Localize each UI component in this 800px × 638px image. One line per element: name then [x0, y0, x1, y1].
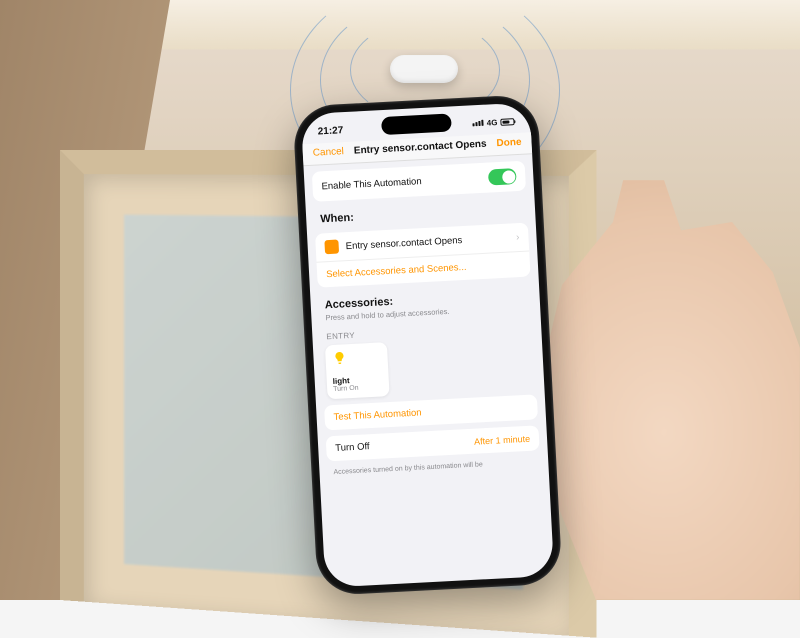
status-time: 21:27: [317, 125, 343, 137]
turn-off-label: Turn Off: [335, 441, 370, 454]
automation-form: Enable This Automation When: Entry senso…: [303, 154, 554, 587]
dynamic-island: [381, 113, 452, 135]
network-label: 4G: [487, 118, 498, 128]
turn-off-row[interactable]: Turn Off After 1 minute: [326, 425, 540, 461]
enable-label: Enable This Automation: [321, 176, 422, 192]
when-trigger-label: Entry sensor.contact Opens: [345, 235, 462, 252]
turnoff-card: Turn Off After 1 minute: [326, 425, 540, 461]
enable-toggle[interactable]: [488, 168, 517, 185]
lightbulb-icon: [331, 350, 348, 367]
select-accessories-label: Select Accessories and Scenes...: [326, 262, 467, 280]
cancel-button[interactable]: Cancel: [313, 146, 345, 159]
contact-sensor-device: [390, 55, 458, 83]
test-automation-button[interactable]: Test This Automation: [324, 394, 538, 430]
sensor-tile-icon: [324, 240, 339, 255]
accessory-tile-light[interactable]: light Turn On: [325, 342, 390, 399]
when-card: Entry sensor.contact Opens › Select Acce…: [315, 223, 531, 288]
turn-off-value: After 1 minute: [474, 433, 530, 446]
test-card: Test This Automation: [324, 394, 538, 430]
phone-screen: 21:27 4G Cancel Entry sensor.contact Ope…: [301, 102, 554, 587]
done-button[interactable]: Done: [496, 137, 522, 149]
accessory-tile-state: Turn On: [333, 383, 383, 393]
phone-mockup: 21:27 4G Cancel Entry sensor.contact Ope…: [292, 94, 562, 596]
battery-icon: [500, 118, 514, 126]
enable-card: Enable This Automation: [312, 161, 526, 202]
enable-automation-row[interactable]: Enable This Automation: [312, 161, 526, 202]
page-title: Entry sensor.contact Opens: [344, 138, 497, 157]
cellular-signal-icon: [473, 120, 484, 127]
chevron-right-icon: ›: [516, 232, 520, 243]
test-automation-label: Test This Automation: [333, 407, 421, 423]
